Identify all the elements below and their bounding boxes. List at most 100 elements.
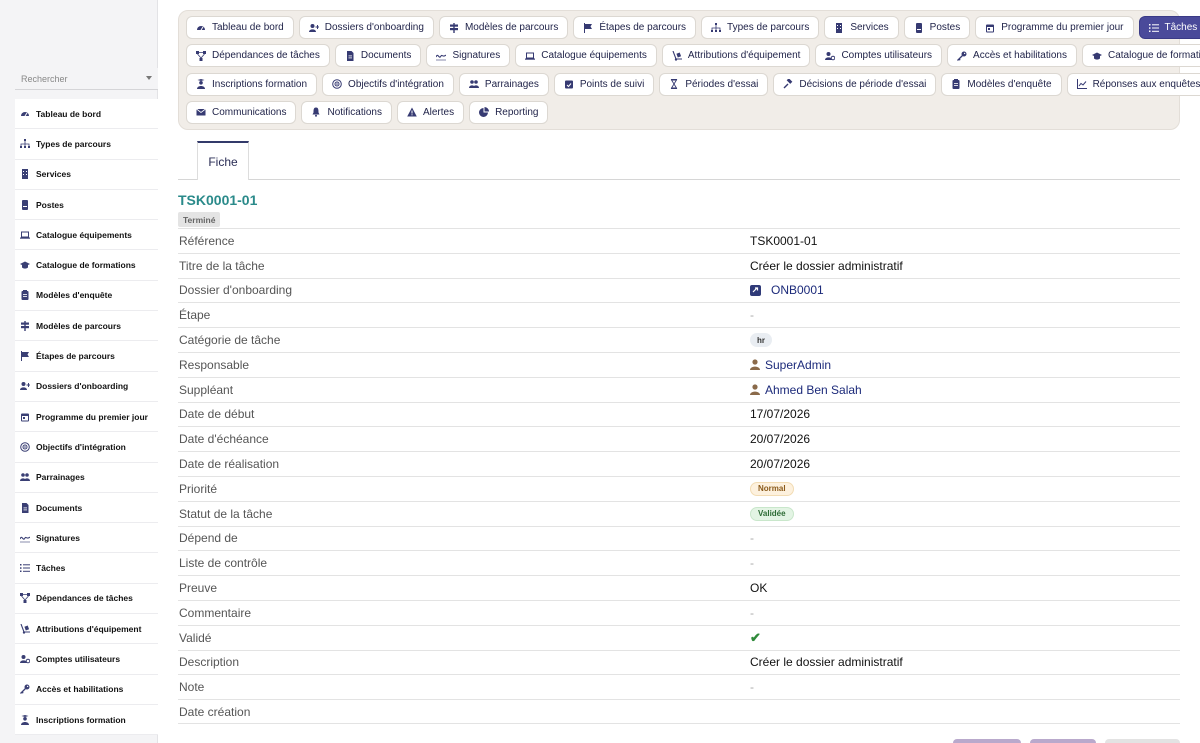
field-row-priorite: Priorité Normal (178, 475, 1180, 501)
sidebar-item-catalogue-de-formations[interactable]: Catalogue de formations (15, 250, 158, 281)
responsable-link[interactable]: SuperAdmin (765, 358, 831, 372)
flag-icon (583, 22, 593, 33)
tab-label: Périodes d'essai (685, 78, 759, 90)
calendar-icon (20, 412, 30, 422)
graduation-cap-icon (20, 260, 30, 270)
tab-communications[interactable]: Communications (186, 100, 297, 124)
tab-modeles-d-enquete[interactable]: Modèles d'enquête (941, 72, 1062, 96)
tab-label: Décisions de période d'essai (799, 78, 927, 90)
tab-postes[interactable]: Postes (903, 16, 971, 39)
tab-alertes[interactable]: Alertes (396, 100, 465, 124)
tab-decisions-de-periode-d-essai[interactable]: Décisions de période d'essai (773, 72, 937, 96)
tab-etapes-de-parcours[interactable]: Étapes de parcours (573, 16, 697, 39)
tab-label: Catalogue équipements (541, 50, 647, 62)
empty-value: - (750, 531, 754, 546)
empty-value: - (750, 605, 754, 620)
field-label: Preuve (179, 581, 218, 596)
tab-label: Documents (360, 50, 412, 62)
sidebar-item-attributions-d-equipement[interactable]: Attributions d'équipement (15, 614, 158, 645)
tab-documents[interactable]: Documents (334, 44, 422, 68)
sidebar-item-tableau-de-bord[interactable]: Tableau de bord (15, 99, 158, 130)
warning-icon (407, 107, 417, 117)
tasks-icon (20, 563, 30, 573)
tab-taches[interactable]: Tâches (1138, 16, 1200, 39)
dashboard-icon (196, 23, 206, 33)
sidebar-item-documents[interactable]: Documents (15, 493, 158, 524)
tab-services[interactable]: Services (824, 16, 899, 39)
sidebar-item-label: Tâches (36, 563, 66, 574)
tab-signatures[interactable]: Signatures (426, 44, 511, 68)
sidebar-item-parrainages[interactable]: Parrainages (15, 463, 158, 493)
field-value: - (750, 606, 1180, 620)
field-value: SuperAdmin (750, 358, 1180, 372)
sidebar-item-signatures[interactable]: Signatures (15, 523, 158, 554)
sidebar-item-inscriptions-formation[interactable]: Inscriptions formation (15, 705, 158, 736)
tab-catalogue-de-formations[interactable]: Catalogue de formations (1081, 44, 1200, 68)
tab-acces-et-habilitations[interactable]: Accès et habilitations (947, 44, 1077, 68)
tab-programme-du-premier-jour[interactable]: Programme du premier jour (975, 16, 1134, 39)
tab-comptes-utilisateurs[interactable]: Comptes utilisateurs (815, 44, 943, 68)
sidebar-item-acces-et-habilitations[interactable]: Accès et habilitations (15, 675, 158, 705)
field-label: Liste de contrôle (179, 556, 268, 571)
action-button-duplicate[interactable] (1030, 739, 1096, 743)
tab-row: Communications Notifications Alertes Report… (186, 100, 1172, 124)
sidebar-item-etapes-de-parcours[interactable]: Étapes de parcours (15, 341, 158, 372)
sidebar-item-programme-du-premier-jour[interactable]: Programme du premier jour (15, 402, 158, 433)
action-button-edit[interactable] (953, 739, 1021, 743)
sidebar-item-taches[interactable]: Tâches (15, 553, 158, 584)
tab-label: Accès et habilitations (973, 50, 1067, 62)
field-row-preuve: Preuve OK (178, 575, 1180, 600)
tab-dossiers-d-onboarding[interactable]: Dossiers d'onboarding (298, 16, 434, 39)
tab-reponses-aux-enquetes[interactable]: Réponses aux enquêtes (1066, 72, 1200, 96)
tab-fiche[interactable]: Fiche (197, 141, 249, 180)
search-select[interactable]: Rechercher (15, 68, 158, 90)
envelope-icon (196, 107, 206, 117)
tab-parrainages[interactable]: Parrainages (458, 72, 549, 96)
sidebar-item-catalogue-equipements[interactable]: Catalogue équipements (15, 220, 158, 251)
dossier-link[interactable]: ONB0001 (771, 283, 824, 297)
tab-points-de-suivi[interactable]: Points de suivi (553, 72, 655, 96)
sidebar-item-postes[interactable]: Postes (15, 190, 158, 221)
tab-reporting[interactable]: Reporting (469, 100, 549, 124)
tab-notifications[interactable]: Notifications (301, 100, 392, 124)
sidebar-item-comptes-utilisateurs[interactable]: Comptes utilisateurs (15, 644, 158, 675)
tab-label: Attributions d'équipement (687, 50, 801, 62)
tab-tableau-de-bord[interactable]: Tableau de bord (186, 16, 294, 39)
field-row-categorie: Catégorie de tâche hr (178, 327, 1180, 352)
sidebar-item-objectifs-d-integration[interactable]: Objectifs d'intégration (15, 432, 158, 463)
target-icon (332, 79, 342, 89)
tab-objectifs-d-integration[interactable]: Objectifs d'intégration (322, 72, 454, 96)
sidebar-item-label: Postes (36, 199, 64, 210)
field-row-titre: Titre de la tâche Créer le dossier admin… (178, 252, 1180, 278)
tab-label: Tableau de bord (212, 22, 284, 33)
user-icon (750, 359, 760, 371)
field-label: Suppléant (179, 382, 234, 397)
sidebar-item-modeles-d-enquete[interactable]: Modèles d'enquête (15, 281, 158, 312)
action-button-back[interactable] (1105, 739, 1180, 743)
tab-types-de-parcours[interactable]: Types de parcours (701, 16, 820, 39)
caret-down-icon[interactable] (146, 76, 152, 80)
field-value: - (750, 680, 1180, 694)
users-icon (20, 472, 30, 482)
sidebar-item-dependances-de-taches[interactable]: Dépendances de tâches (15, 584, 158, 615)
tab-inscriptions-formation[interactable]: Inscriptions formation (186, 72, 318, 96)
file-icon (345, 50, 355, 61)
sidebar-item-services[interactable]: Services (15, 160, 158, 190)
sidebar-item-label: Objectifs d'intégration (36, 441, 126, 452)
field-label: Responsable (179, 357, 250, 372)
sidebar-item-modeles-de-parcours[interactable]: Modèles de parcours (15, 311, 158, 342)
tab-attributions-d-equipement[interactable]: Attributions d'équipement (661, 44, 811, 68)
tab-catalogue-equipements[interactable]: Catalogue équipements (515, 44, 657, 68)
suppleant-link[interactable]: Ahmed Ben Salah (765, 383, 862, 397)
sidebar-item-dossiers-d-onboarding[interactable]: Dossiers d'onboarding (15, 372, 158, 402)
module-tabs-panel: Tableau de bord Dossiers d'onboarding Modè… (178, 10, 1200, 130)
tab-periodes-d-essai[interactable]: Périodes d'essai (659, 72, 769, 96)
sidebar-item-label: Accès et habilitations (36, 684, 124, 695)
sidebar-item-types-de-parcours[interactable]: Types de parcours (15, 129, 158, 160)
tab-dependances-de-taches[interactable]: Dépendances de tâches (186, 44, 330, 68)
id-badge-icon (20, 199, 30, 210)
tab-modeles-de-parcours[interactable]: Modèles de parcours (438, 16, 569, 39)
users-icon (468, 79, 479, 89)
field-value: Créer le dossier administratif (750, 258, 903, 273)
clipboard-icon (20, 290, 30, 301)
